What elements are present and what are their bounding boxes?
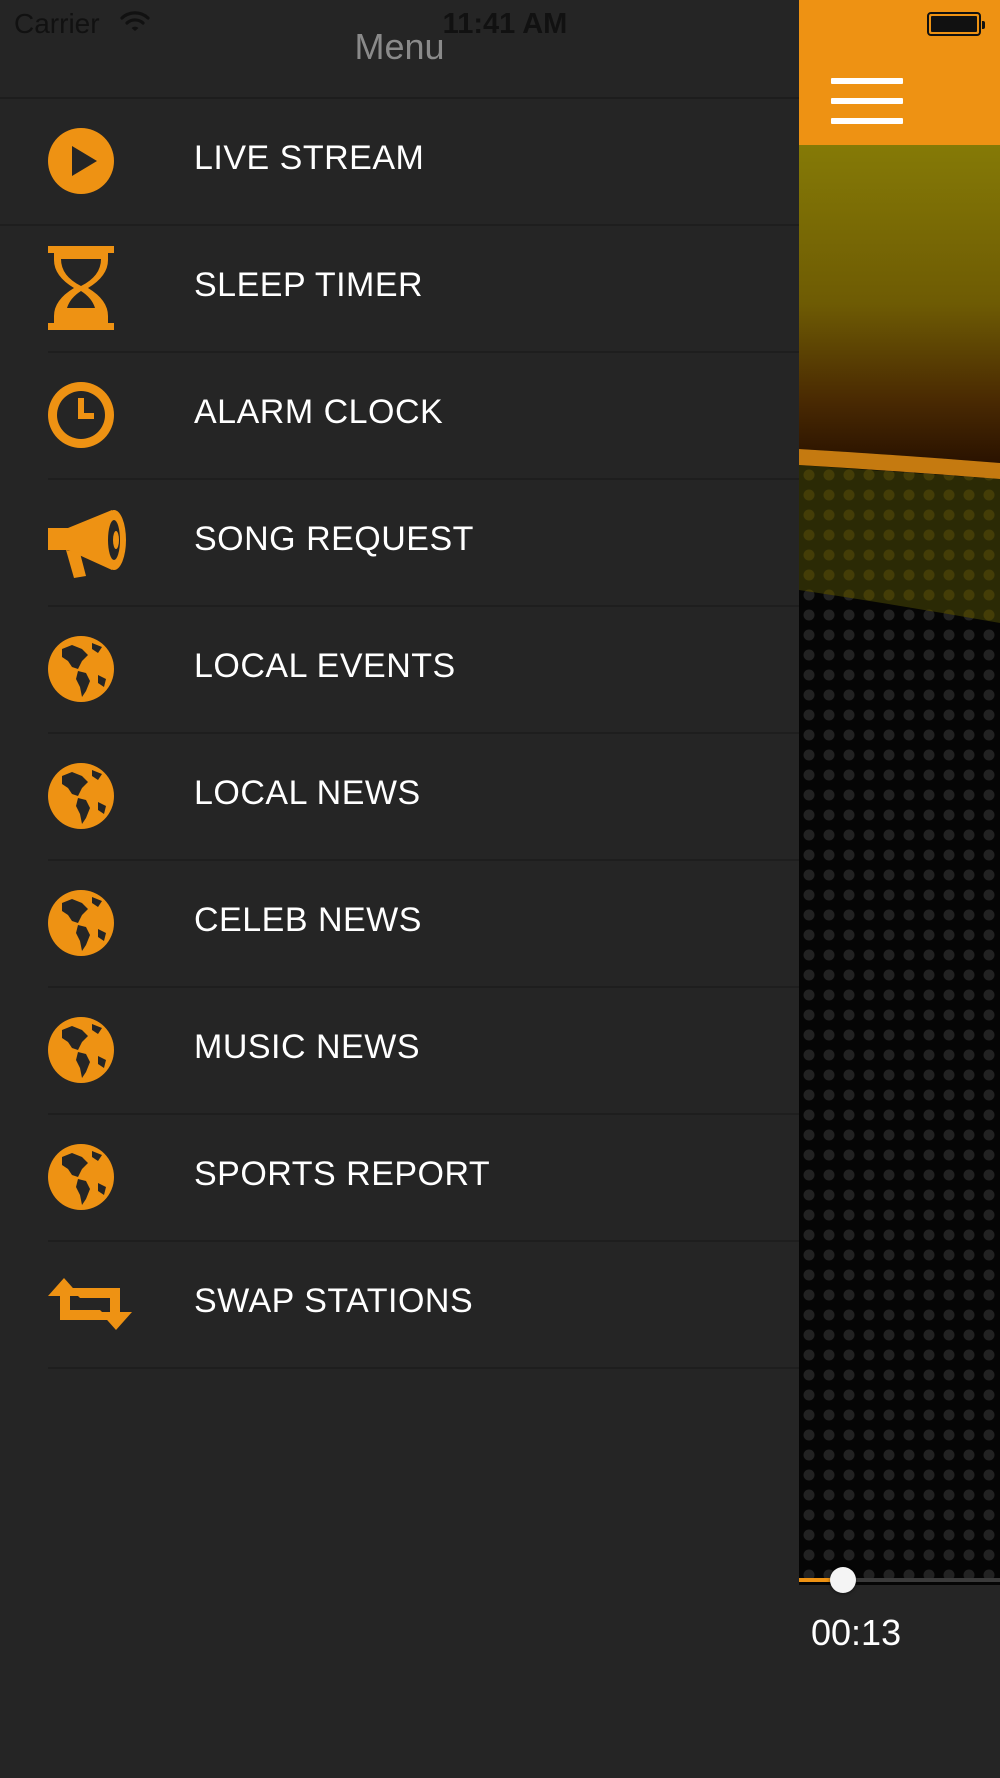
globe-icon <box>48 889 132 957</box>
side-menu: Menu LIVE STREAM SLEEP TIMER ALARM CLOCK… <box>0 0 799 1778</box>
elapsed-time: 00:13 <box>811 1612 902 1653</box>
progress-thumb[interactable] <box>830 1567 856 1593</box>
main-content-panel: 00:13 <box>799 0 1000 1778</box>
menu-item-alarm-clock[interactable]: ALARM CLOCK <box>48 353 799 480</box>
menu-item-local-events[interactable]: LOCAL EVENTS <box>48 607 799 734</box>
menu-item-label: SLEEP TIMER <box>194 266 424 304</box>
menu-item-sports-report[interactable]: SPORTS REPORT <box>48 1115 799 1242</box>
menu-item-swap-stations[interactable]: SWAP STATIONS <box>48 1242 799 1369</box>
menu-item-music-news[interactable]: MUSIC NEWS <box>48 988 799 1115</box>
menu-item-label: SPORTS REPORT <box>194 1155 491 1193</box>
playback-progress-bar[interactable] <box>799 1567 1000 1593</box>
menu-item-song-request[interactable]: SONG REQUEST <box>48 480 799 607</box>
menu-item-label: ALARM CLOCK <box>194 393 444 431</box>
station-artwork <box>799 145 1000 1585</box>
swap-icon <box>48 1270 132 1338</box>
menu-item-celeb-news[interactable]: CELEB NEWS <box>48 861 799 988</box>
hamburger-menu-icon[interactable] <box>831 78 903 126</box>
play-icon <box>48 127 132 195</box>
battery-icon <box>927 12 985 36</box>
menu-item-label: LIVE STREAM <box>194 139 425 177</box>
globe-icon <box>48 1016 132 1084</box>
menu-item-label: CELEB NEWS <box>194 901 422 939</box>
menu-item-live-stream[interactable]: LIVE STREAM <box>0 99 799 226</box>
globe-icon <box>48 1143 132 1211</box>
clock-icon <box>48 381 132 449</box>
menu-item-label: SWAP STATIONS <box>194 1282 474 1320</box>
menu-item-label: LOCAL NEWS <box>194 774 421 812</box>
menu-item-label: MUSIC NEWS <box>194 1028 420 1066</box>
menu-item-sleep-timer[interactable]: SLEEP TIMER <box>48 226 799 353</box>
hourglass-icon <box>48 246 132 330</box>
menu-item-label: LOCAL EVENTS <box>194 647 456 685</box>
globe-icon <box>48 635 132 703</box>
megaphone-icon <box>48 508 132 578</box>
menu-list: LIVE STREAM SLEEP TIMER ALARM CLOCK SONG… <box>0 99 799 1369</box>
menu-item-local-news[interactable]: LOCAL NEWS <box>48 734 799 861</box>
status-bar: Carrier 11:41 AM <box>0 0 1000 50</box>
menu-item-label: SONG REQUEST <box>194 520 474 558</box>
globe-icon <box>48 762 132 830</box>
status-time: 11:41 AM <box>442 8 568 40</box>
